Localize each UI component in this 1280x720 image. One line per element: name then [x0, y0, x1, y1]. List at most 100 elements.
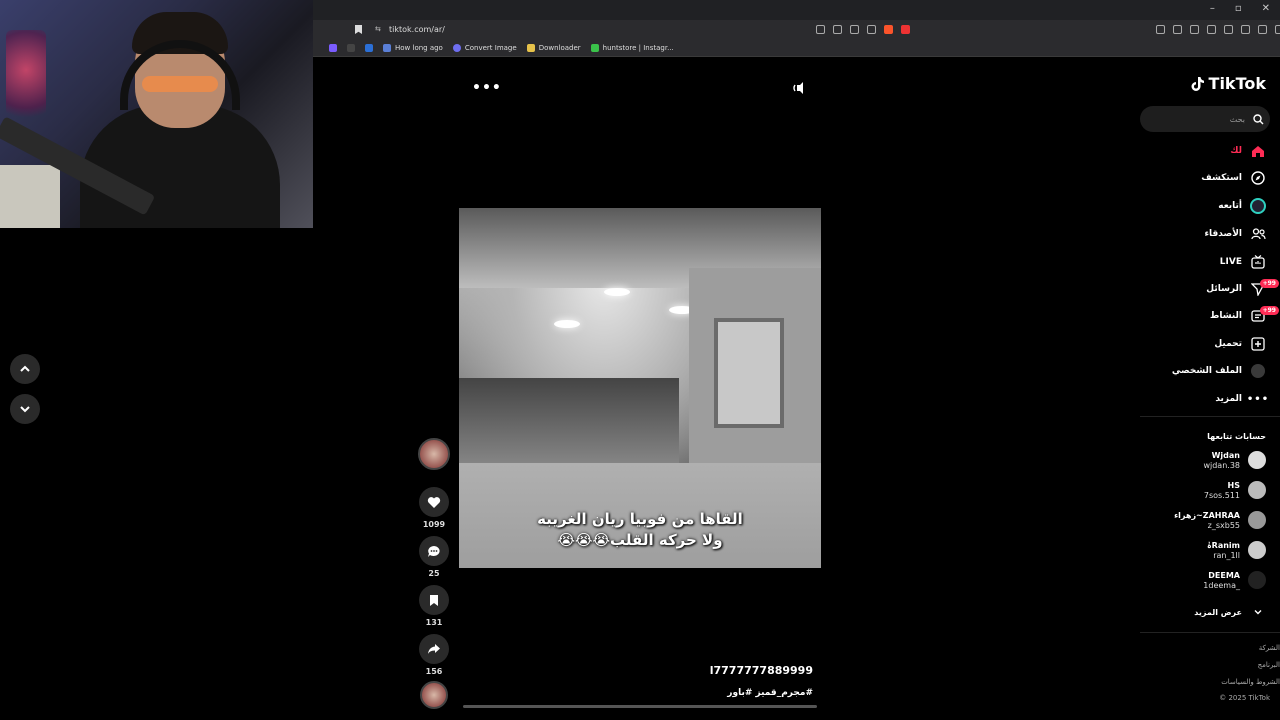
like-button[interactable] [419, 487, 449, 517]
download-icon [526, 44, 535, 52]
image-icon [452, 44, 461, 52]
account-item[interactable]: Wjdan wjdan.38 [1203, 450, 1266, 470]
browser-titlebar: – ▫ ✕ [313, 0, 1280, 20]
video-caption-line2: ولا حركه القلب😭😭😭 [557, 531, 723, 549]
share-icon[interactable] [867, 25, 876, 34]
nav-live[interactable]: LIVE [1220, 254, 1266, 270]
messages-badge: +99 [1259, 279, 1279, 288]
account-item[interactable]: HS 7sos.511 [1204, 480, 1266, 500]
brave-shield-icon[interactable] [884, 25, 893, 34]
nav-activity[interactable]: النشاط [1210, 308, 1266, 324]
music-icon[interactable] [1190, 25, 1199, 34]
tiktok-logo[interactable]: TikTok [1191, 74, 1266, 93]
window-controls: – ▫ ✕ [1210, 3, 1270, 14]
zoom-icon[interactable] [850, 25, 859, 34]
brave-rewards-icon[interactable] [901, 25, 910, 34]
bookmark-link-icon[interactable] [365, 44, 373, 52]
nav-messages[interactable]: الرسائل [1206, 281, 1266, 297]
avatar [1248, 541, 1266, 559]
webcam-overlay [0, 0, 313, 228]
bookmark-convert-image[interactable]: Convert Image [452, 44, 517, 52]
address-actions [808, 25, 910, 34]
friends-icon [1250, 228, 1266, 240]
next-video-button[interactable] [10, 394, 40, 424]
speaker-icon [793, 82, 803, 94]
bookmark-huntstore[interactable]: huntstore | Instagr... [590, 44, 674, 52]
more-icon: ••• [1246, 393, 1270, 405]
minimize-button[interactable]: – [1210, 3, 1215, 14]
bookmark-icon [430, 594, 438, 606]
video-player[interactable]: القاها من فوبيا ريان الغريبه ولا حركه ال… [459, 208, 821, 568]
account-item[interactable]: DEEMA _1deema [1203, 570, 1266, 590]
search-icon [1253, 113, 1264, 124]
save-count: 131 [425, 618, 443, 627]
sidebar-icon[interactable] [1173, 25, 1182, 34]
video-progress-bar[interactable] [463, 705, 817, 708]
footer-program[interactable]: البرنامج [1258, 661, 1280, 669]
following-avatar-icon [1250, 198, 1266, 214]
nav-more[interactable]: ••• المزيد [1215, 391, 1270, 407]
clock-icon [383, 44, 391, 52]
music-disc-icon[interactable] [420, 681, 448, 709]
account-item[interactable]: ZAHRAA~زهراء z_sxb55 [1174, 510, 1266, 530]
nav-profile[interactable]: الملف الشخصي [1172, 363, 1266, 379]
footer-copyright: © 2025 TikTok [1219, 694, 1270, 702]
footer-company[interactable]: الشركة [1259, 644, 1280, 652]
cast-icon[interactable] [833, 25, 842, 34]
sidebar-divider [1140, 416, 1280, 417]
maximize-button[interactable]: ▫ [1235, 3, 1242, 14]
footer-terms[interactable]: الشروط والسياسات [1221, 678, 1280, 686]
tiktok-note-icon [1191, 76, 1204, 91]
sidebar-divider [1140, 632, 1280, 633]
account-item[interactable]: Ranimہٰ ran_1ll [1207, 540, 1266, 560]
menu-icon[interactable] [1275, 25, 1280, 34]
avatar [1248, 571, 1266, 589]
share-count: 156 [425, 667, 443, 676]
address-bar-row: ⇆ tiktok.com/ar/ [313, 20, 1280, 40]
bookmark-s-icon[interactable] [329, 44, 337, 52]
volume-button[interactable] [792, 80, 808, 99]
chevron-up-icon [20, 365, 30, 372]
bookmark-how-long-ago[interactable]: How long ago [383, 44, 443, 52]
close-window-button[interactable]: ✕ [1262, 3, 1270, 14]
site-info-icon[interactable]: ⇆ [375, 25, 381, 33]
video-author[interactable]: l7777777889999 [600, 664, 813, 677]
bookmark-c-icon[interactable] [347, 44, 355, 52]
url-field[interactable]: tiktok.com/ar/ [389, 25, 445, 34]
vpn-icon[interactable] [1258, 25, 1267, 34]
wallet-icon[interactable] [1224, 25, 1233, 34]
wall-picture [0, 165, 60, 228]
avatar [1248, 451, 1266, 469]
compass-icon [1251, 171, 1265, 185]
avatar [1248, 511, 1266, 529]
see-more-button[interactable]: عرض المزيد [1194, 604, 1266, 620]
author-avatar[interactable] [418, 438, 450, 470]
home-icon [1252, 145, 1264, 157]
search-input[interactable]: بحث [1140, 106, 1270, 132]
reader-icon[interactable] [1207, 25, 1216, 34]
leo-ai-icon[interactable] [1241, 25, 1250, 34]
chevron-down-icon [20, 406, 30, 413]
bookmark-page-icon[interactable] [355, 25, 362, 34]
nav-following[interactable]: أتابعه [1218, 198, 1266, 214]
chevron-down-icon [1254, 610, 1262, 615]
translate-icon[interactable] [816, 25, 825, 34]
store-icon [590, 44, 599, 52]
comment-button[interactable] [419, 536, 449, 566]
search-placeholder: بحث [1229, 114, 1245, 124]
nav-upload[interactable]: تحميل [1214, 336, 1266, 352]
like-count: 1099 [422, 520, 446, 529]
extension-icon[interactable] [1156, 25, 1165, 34]
nav-friends[interactable]: الأصدقاء [1204, 226, 1266, 242]
bookmark-downloader[interactable]: Downloader [526, 44, 581, 52]
video-hashtags[interactable]: #مجرم_قميز #باور [600, 688, 813, 698]
share-button[interactable] [419, 634, 449, 664]
save-button[interactable] [419, 585, 449, 615]
tiktok-sidebar: TikTok بحث لك استكشف أتابعه الأصدقاء LIV… [1140, 60, 1280, 720]
nav-for-you[interactable]: لك [1230, 143, 1266, 159]
live-icon [1251, 255, 1265, 269]
nav-explore[interactable]: استكشف [1201, 170, 1266, 186]
video-options-icon[interactable]: ••• [472, 80, 502, 96]
activity-badge: +99 [1259, 306, 1279, 315]
previous-video-button[interactable] [10, 354, 40, 384]
